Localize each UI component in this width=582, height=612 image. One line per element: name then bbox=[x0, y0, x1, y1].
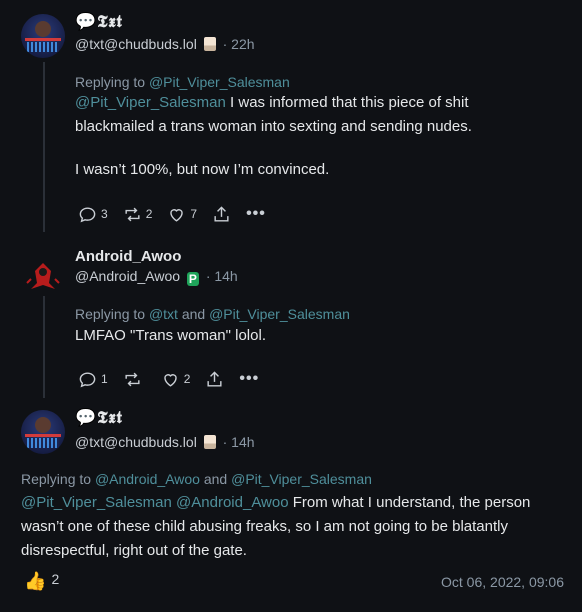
mention-link[interactable]: @Pit_Viper_Salesman bbox=[149, 74, 290, 90]
p-badge-icon: P bbox=[186, 272, 199, 286]
more-icon[interactable]: ••• bbox=[246, 205, 266, 223]
replying-to: Replying to @txt and @Pit_Viper_Salesman bbox=[75, 306, 350, 322]
mention-link[interactable]: @Pit_Viper_Salesman bbox=[21, 494, 172, 511]
action-bar: 3 2 7 ••• bbox=[78, 203, 281, 225]
avatar[interactable] bbox=[21, 410, 65, 454]
post-meta: @Android_Awoo P · 14h bbox=[75, 268, 238, 286]
replying-to: Replying to @Android_Awoo and @Pit_Viper… bbox=[21, 471, 372, 487]
thread-line bbox=[43, 62, 45, 232]
post-meta: @txt@chudbuds.lol · 22h bbox=[75, 36, 255, 52]
reply-count: 1 bbox=[101, 372, 108, 386]
display-name[interactable]: Android_Awoo bbox=[75, 248, 181, 265]
mention-link[interactable]: @Pit_Viper_Salesman bbox=[75, 94, 226, 111]
mention-link[interactable]: @Android_Awoo bbox=[95, 471, 200, 487]
share-button[interactable] bbox=[212, 205, 231, 224]
display-name[interactable]: 💬𝕿𝖝𝖙 bbox=[75, 408, 123, 428]
post-text-line-2: I wasn’t 100%, but now I’m convinced. bbox=[75, 161, 330, 178]
reply-icon bbox=[79, 206, 96, 222]
mention-link[interactable]: @Pit_Viper_Salesman bbox=[209, 306, 350, 322]
like-count: 2 bbox=[183, 372, 191, 386]
action-bar: 1 2 ••• bbox=[78, 368, 274, 390]
thread-line bbox=[43, 296, 45, 398]
like-count: 7 bbox=[190, 207, 198, 221]
avatar[interactable] bbox=[21, 14, 65, 58]
reply-count: 3 bbox=[101, 207, 108, 221]
post-text: LMFAO "Trans woman" lolol. bbox=[75, 327, 266, 344]
reply-icon bbox=[79, 371, 96, 387]
ghost-badge-icon bbox=[203, 435, 216, 449]
timestamp[interactable]: · 14h bbox=[206, 268, 238, 284]
avatar[interactable] bbox=[21, 253, 65, 297]
like-button[interactable]: 2 bbox=[161, 370, 191, 389]
post-text: @Pit_Viper_Salesman I was informed that … bbox=[75, 94, 472, 135]
handle[interactable]: @txt@chudbuds.lol bbox=[75, 434, 197, 450]
post-text: @Pit_Viper_Salesman @Android_Awoo From w… bbox=[21, 494, 531, 559]
like-button[interactable]: 7 bbox=[167, 205, 197, 224]
boost-icon bbox=[125, 207, 140, 221]
handle[interactable]: @txt@chudbuds.lol bbox=[75, 36, 197, 52]
heart-icon bbox=[170, 208, 184, 222]
heart-icon bbox=[163, 373, 177, 387]
replying-to: Replying to @Pit_Viper_Salesman bbox=[75, 74, 290, 90]
share-button[interactable] bbox=[205, 370, 224, 389]
more-icon[interactable]: ••• bbox=[239, 370, 259, 388]
share-icon bbox=[207, 370, 222, 387]
boost-count: 2 bbox=[145, 207, 153, 221]
timestamp[interactable]: · 22h bbox=[223, 36, 255, 52]
reaction-button[interactable]: 👍 2 bbox=[24, 571, 59, 592]
thumbs-up-icon: 👍 bbox=[24, 571, 47, 591]
boost-button[interactable] bbox=[123, 370, 142, 389]
mention-link[interactable]: @Pit_Viper_Salesman bbox=[231, 471, 372, 487]
reply-button[interactable]: 3 bbox=[78, 205, 108, 224]
mention-link[interactable]: @Android_Awoo bbox=[176, 494, 289, 511]
boost-icon bbox=[125, 372, 140, 386]
timestamp[interactable]: · 14h bbox=[223, 434, 255, 450]
boost-button[interactable]: 2 bbox=[123, 205, 153, 224]
post-date[interactable]: Oct 06, 2022, 09:06 bbox=[441, 574, 564, 590]
share-icon bbox=[214, 205, 229, 222]
mention-link[interactable]: @txt bbox=[149, 306, 178, 322]
reply-button[interactable]: 1 bbox=[78, 370, 108, 389]
post-meta: @txt@chudbuds.lol · 14h bbox=[75, 434, 255, 450]
handle[interactable]: @Android_Awoo bbox=[75, 268, 180, 284]
display-name[interactable]: 💬𝕿𝖝𝖙 bbox=[75, 12, 123, 32]
reaction-count: 2 bbox=[51, 571, 60, 587]
ghost-badge-icon bbox=[203, 37, 216, 51]
